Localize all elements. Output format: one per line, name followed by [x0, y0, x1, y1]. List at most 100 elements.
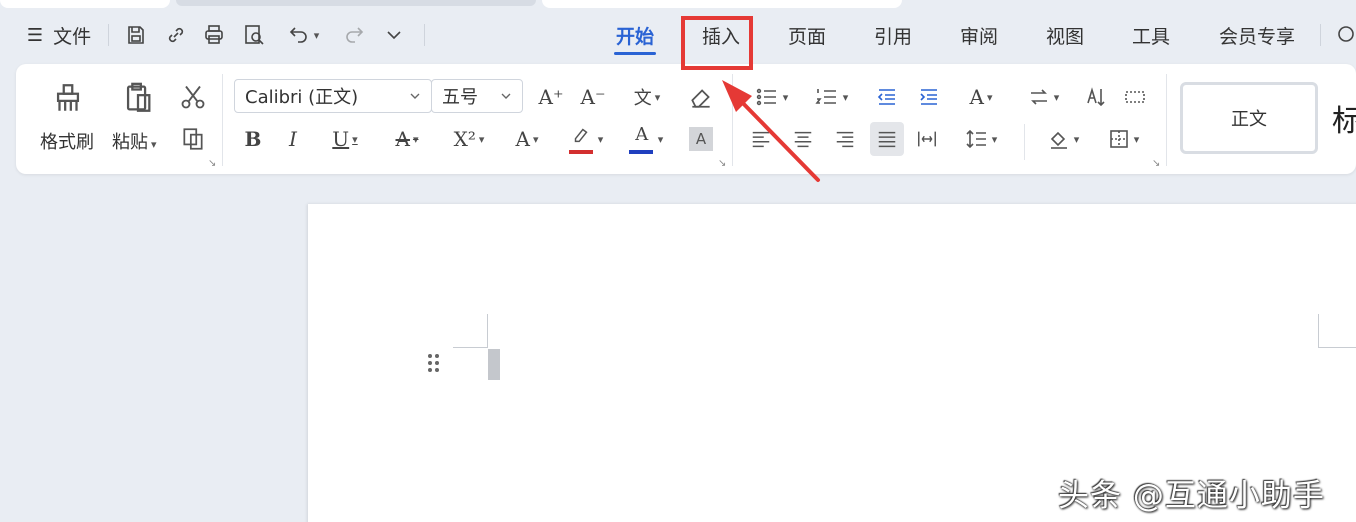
- text-cursor: [488, 349, 500, 380]
- tab-home[interactable]: 开始: [610, 14, 660, 56]
- divider: [732, 74, 733, 166]
- divider: [222, 74, 223, 166]
- underline-icon: U: [332, 127, 350, 151]
- distribute-button[interactable]: [912, 122, 942, 156]
- tab-page[interactable]: 页面: [782, 14, 832, 56]
- tab-view-label: 视图: [1045, 25, 1084, 48]
- watermark: 头条 @互通小助手: [1058, 478, 1325, 514]
- italic-button[interactable]: I: [278, 122, 308, 156]
- justify-button[interactable]: [870, 122, 904, 156]
- align-left-icon: [752, 131, 770, 148]
- dialog-launcher-icon[interactable]: ↘: [208, 158, 216, 169]
- pinyin-icon: 文: [633, 88, 652, 109]
- insert-tab-highlight-box: [681, 16, 753, 70]
- drag-handle-icon[interactable]: [426, 352, 442, 376]
- copy-icon: [183, 128, 203, 150]
- margin-corner-mark: [1318, 314, 1356, 348]
- align-justify-icon: [878, 131, 896, 148]
- text-direction-button[interactable]: A ▾: [958, 80, 1004, 114]
- show-marks-button[interactable]: [1120, 80, 1150, 114]
- paste-label[interactable]: 粘贴 ▾: [112, 128, 157, 154]
- undo-button[interactable]: ▾: [280, 14, 326, 56]
- text-effect-button[interactable]: A ▾: [504, 122, 550, 156]
- window-tab-active[interactable]: [542, 0, 902, 8]
- tab-view[interactable]: 视图: [1040, 14, 1090, 56]
- tab-references[interactable]: 引用: [868, 14, 918, 56]
- chevron-down-icon: [501, 93, 511, 99]
- clipboard-icon: [126, 82, 151, 112]
- tab-member-label: 会员专享: [1218, 25, 1295, 48]
- window-tab[interactable]: [0, 0, 170, 8]
- bullet-list-button[interactable]: ▾: [748, 80, 794, 114]
- margin-corner-mark: [453, 314, 488, 348]
- line-spacing-button[interactable]: ▾: [958, 122, 1004, 156]
- file-menu-label: 文件: [53, 25, 92, 48]
- outdent-icon: [877, 89, 895, 105]
- ribbon-toolbar: 格式刷 粘贴 ▾ ↘ Calibri (正文) 五号 A⁺ A⁻ 文 ▾ B I U…: [16, 64, 1356, 174]
- font-color-button[interactable]: A ▾: [622, 122, 670, 156]
- numbered-list-icon: [815, 89, 836, 104]
- text-direction-icon: A: [969, 85, 984, 109]
- clear-format-button[interactable]: [684, 80, 718, 114]
- bold-button[interactable]: B: [238, 122, 268, 156]
- align-center-button[interactable]: [788, 122, 818, 156]
- indent-icon: [920, 89, 937, 105]
- bidi-direction-button[interactable]: ▾: [1020, 80, 1066, 114]
- sort-icon: [1087, 87, 1105, 107]
- font-size-select[interactable]: 五号: [431, 79, 523, 113]
- style-normal[interactable]: 正文: [1180, 82, 1318, 154]
- style-next[interactable]: 标: [1332, 82, 1356, 154]
- search-icon: [1338, 26, 1354, 42]
- tab-tools-label: 工具: [1131, 25, 1170, 48]
- style-next-label: 标: [1332, 104, 1356, 139]
- save-button[interactable]: [120, 14, 152, 56]
- dialog-launcher-icon[interactable]: ↘: [718, 158, 726, 169]
- underline-button[interactable]: U ▾: [322, 122, 368, 156]
- dialog-launcher-icon[interactable]: ↘: [1152, 158, 1160, 169]
- tab-references-label: 引用: [873, 25, 912, 48]
- divider: [1166, 74, 1167, 166]
- increase-indent-button[interactable]: [914, 80, 944, 114]
- print-button[interactable]: [198, 14, 230, 56]
- share-link-button[interactable]: [160, 14, 192, 56]
- font-color-icon: A: [628, 124, 655, 154]
- tab-member[interactable]: 会员专享: [1212, 14, 1302, 56]
- tab-home-label: 开始: [615, 25, 654, 48]
- font-name-select[interactable]: Calibri (正文): [234, 79, 432, 113]
- font-name-value: Calibri (正文): [245, 87, 359, 108]
- increase-font-button[interactable]: A⁺: [534, 80, 568, 114]
- decrease-indent-button[interactable]: [872, 80, 902, 114]
- style-normal-label: 正文: [1231, 109, 1267, 130]
- text-effect-icon: A: [515, 127, 530, 151]
- strikethrough-button[interactable]: A ▾: [384, 122, 430, 156]
- cut-button[interactable]: [176, 80, 210, 114]
- paragraph-shading-button[interactable]: ▾: [1040, 122, 1086, 156]
- format-painter-button[interactable]: [46, 78, 90, 118]
- search-button[interactable]: [1332, 14, 1356, 56]
- shading-icon: A: [689, 127, 713, 151]
- borders-button[interactable]: ▾: [1100, 122, 1146, 156]
- font-decrease-icon: A⁻: [580, 85, 606, 109]
- divider: [1024, 124, 1025, 160]
- print-preview-button[interactable]: [238, 14, 270, 56]
- align-left-button[interactable]: [746, 122, 776, 156]
- decrease-font-button[interactable]: A⁻: [576, 80, 610, 114]
- highlight-color-button[interactable]: ▾: [562, 122, 610, 156]
- phonetic-guide-button[interactable]: 文 ▾: [622, 80, 672, 114]
- tab-review[interactable]: 审阅: [954, 14, 1004, 56]
- divider: [424, 24, 425, 46]
- divider: [1320, 24, 1321, 46]
- window-tab-strip: [0, 0, 1356, 8]
- redo-button[interactable]: [338, 14, 370, 56]
- superscript-button[interactable]: X² ▾: [444, 122, 494, 156]
- tab-tools[interactable]: 工具: [1126, 14, 1176, 56]
- copy-button[interactable]: [176, 122, 210, 156]
- file-menu-button[interactable]: ☰ 文件: [18, 14, 100, 56]
- quick-access-more-button[interactable]: [378, 14, 410, 56]
- character-shading-button[interactable]: A: [686, 124, 716, 154]
- numbered-list-button[interactable]: ▾: [808, 80, 854, 114]
- window-tab[interactable]: [176, 0, 536, 6]
- paste-button[interactable]: [116, 78, 160, 118]
- sort-button[interactable]: [1080, 80, 1110, 114]
- align-right-button[interactable]: [830, 122, 860, 156]
